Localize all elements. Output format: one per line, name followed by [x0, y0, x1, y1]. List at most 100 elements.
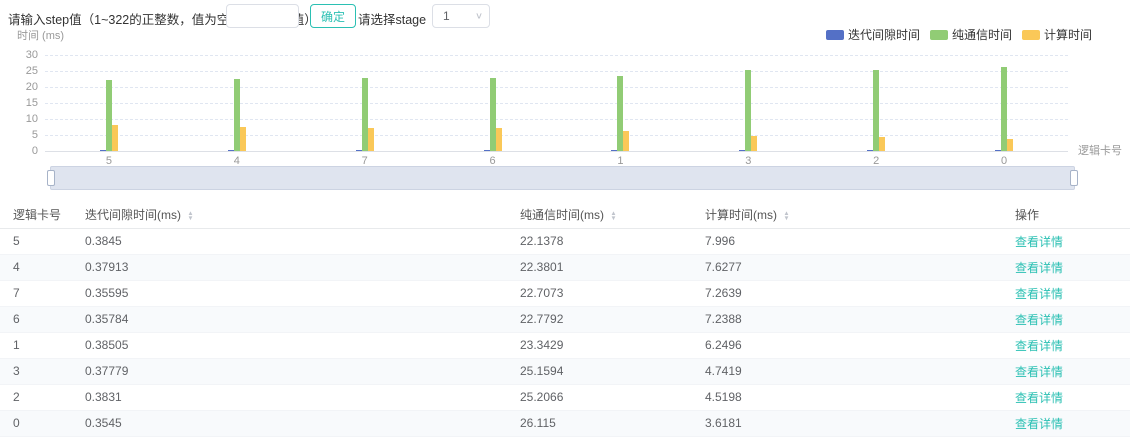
cell-action: 查看详情 [1002, 228, 1130, 254]
column-header-纯通信时间(ms)[interactable]: 纯通信时间(ms) ▲▼ [507, 201, 692, 228]
cell-gap: 0.3845 [72, 228, 507, 254]
cell-comm: 22.7073 [507, 280, 692, 306]
table-row-card0: 00.354526.1153.6181 查看详情 [0, 410, 1130, 436]
cell-action: 查看详情 [1002, 280, 1130, 306]
cell-comm: 26.115 [507, 410, 692, 436]
table-row-card1: 10.3850523.34296.2496 查看详情 [0, 332, 1130, 358]
bar-计算时间-card5 [112, 125, 118, 151]
table-header-row: 逻辑卡号迭代间隙时间(ms)▲▼纯通信时间(ms)▲▼计算时间(ms)▲▼操作 [0, 201, 1130, 228]
column-header-迭代间隙时间(ms)[interactable]: 迭代间隙时间(ms) ▲▼ [72, 201, 507, 228]
cell-compute: 4.5198 [692, 384, 1002, 410]
view-details-link[interactable]: 查看详情 [1015, 339, 1063, 353]
view-details-link[interactable]: 查看详情 [1015, 313, 1063, 327]
bar-计算时间-card0 [1007, 139, 1013, 151]
view-details-link[interactable]: 查看详情 [1015, 287, 1063, 301]
legend-swatch [1022, 30, 1040, 40]
y-axis-tick-label: 30 [4, 49, 38, 61]
legend-item-迭代间隙时间[interactable]: 迭代间隙时间 [826, 26, 920, 43]
cell-action: 查看详情 [1002, 410, 1130, 436]
cell-gap: 0.38505 [72, 332, 507, 358]
y-axis-title: 时间 (ms) [17, 27, 64, 43]
cell-comm: 23.3429 [507, 332, 692, 358]
chart-legend: 迭代间隙时间 纯通信时间 计算时间 [826, 26, 1092, 43]
column-header-计算时间(ms)[interactable]: 计算时间(ms)▲▼ [692, 201, 1002, 228]
data-zoom-right-handle[interactable] [1070, 170, 1078, 186]
cell-comm: 25.1594 [507, 358, 692, 384]
legend-item-纯通信时间[interactable]: 纯通信时间 [930, 26, 1012, 43]
data-zoom-slider[interactable] [50, 166, 1075, 190]
bar-计算时间-card4 [240, 127, 246, 151]
cell-gap: 0.3831 [72, 384, 507, 410]
column-header-label: 操作 [1015, 208, 1039, 222]
metrics-table: 逻辑卡号迭代间隙时间(ms)▲▼纯通信时间(ms)▲▼计算时间(ms)▲▼操作 … [0, 201, 1130, 437]
dashboard-page: 请输入step值（1~322的正整数，值为空时展示平均值） 确定 请选择stag… [0, 0, 1130, 440]
sort-icon[interactable]: ▲▼ [783, 211, 790, 221]
cell-card: 1 [0, 332, 72, 358]
sort-icon[interactable]: ▲▼ [187, 211, 194, 221]
y-axis-tick-label: 5 [4, 129, 38, 141]
view-details-link[interactable]: 查看详情 [1015, 417, 1063, 431]
cell-action: 查看详情 [1002, 332, 1130, 358]
x-axis-line [45, 151, 1068, 152]
bar-计算时间-card3 [751, 136, 757, 151]
column-header-label: 纯通信时间(ms) [520, 208, 604, 222]
cell-card: 0 [0, 410, 72, 436]
view-details-link[interactable]: 查看详情 [1015, 235, 1063, 249]
cell-compute: 7.996 [692, 228, 1002, 254]
bar-计算时间-card6 [496, 128, 502, 151]
view-details-link[interactable]: 查看详情 [1015, 261, 1063, 275]
bar-计算时间-card7 [368, 128, 374, 151]
column-header-操作: 操作 [1002, 201, 1130, 228]
cell-card: 4 [0, 254, 72, 280]
x-axis-title: 逻辑卡号 [1078, 142, 1122, 158]
gridline [45, 87, 1068, 88]
table-row-card5: 50.384522.13787.996查看详情 [0, 228, 1130, 254]
cell-action: 查看详情 [1002, 384, 1130, 410]
bar-计算时间-card2 [879, 137, 885, 151]
y-axis-tick-label: 20 [4, 81, 38, 93]
cell-gap: 0.35784 [72, 306, 507, 332]
cell-action: 查看详情 [1002, 306, 1130, 332]
legend-label: 计算时间 [1044, 26, 1092, 43]
cell-card: 3 [0, 358, 72, 384]
legend-swatch [930, 30, 948, 40]
cell-card: 6 [0, 306, 72, 332]
cell-compute: 7.6277 [692, 254, 1002, 280]
gridline [45, 71, 1068, 72]
gridline [45, 135, 1068, 136]
column-header-label: 迭代间隙时间(ms) [85, 208, 181, 222]
legend-swatch [826, 30, 844, 40]
cell-gap: 0.3545 [72, 410, 507, 436]
y-axis-tick-label: 0 [4, 145, 38, 157]
cell-action: 查看详情 [1002, 358, 1130, 384]
table-row-card7: 70.3559522.70737.2639 查看详情 [0, 280, 1130, 306]
data-zoom-left-handle[interactable] [47, 170, 55, 186]
bar-计算时间-card1 [623, 131, 629, 151]
cell-compute: 4.7419 [692, 358, 1002, 384]
table-row-card2: 20.383125.20664.5198 查看详情 [0, 384, 1130, 410]
column-header-label: 逻辑卡号 [13, 208, 61, 222]
cell-comm: 22.3801 [507, 254, 692, 280]
cell-gap: 0.37913 [72, 254, 507, 280]
legend-label: 纯通信时间 [952, 26, 1012, 43]
view-details-link[interactable]: 查看详情 [1015, 391, 1063, 405]
cell-gap: 0.35595 [72, 280, 507, 306]
cell-gap: 0.37779 [72, 358, 507, 384]
y-axis-tick-label: 15 [4, 97, 38, 109]
cell-compute: 7.2639 [692, 280, 1002, 306]
y-axis-tick-label: 10 [4, 113, 38, 125]
gridline [45, 55, 1068, 56]
legend-label: 迭代间隙时间 [848, 26, 920, 43]
cell-comm: 22.7792 [507, 306, 692, 332]
cell-compute: 3.6181 [692, 410, 1002, 436]
view-details-link[interactable]: 查看详情 [1015, 365, 1063, 379]
cell-card: 2 [0, 384, 72, 410]
table-row-card3: 30.3777925.15944.7419 查看详情 [0, 358, 1130, 384]
table-row-card6: 60.3578422.77927.2388查看详情 [0, 306, 1130, 332]
cell-comm: 25.2066 [507, 384, 692, 410]
cell-card: 7 [0, 280, 72, 306]
cell-compute: 6.2496 [692, 332, 1002, 358]
sort-icon[interactable]: ▲▼ [610, 211, 617, 221]
table-row-card4: 40.3791322.38017.6277 查看详情 [0, 254, 1130, 280]
legend-item-计算时间[interactable]: 计算时间 [1022, 26, 1092, 43]
